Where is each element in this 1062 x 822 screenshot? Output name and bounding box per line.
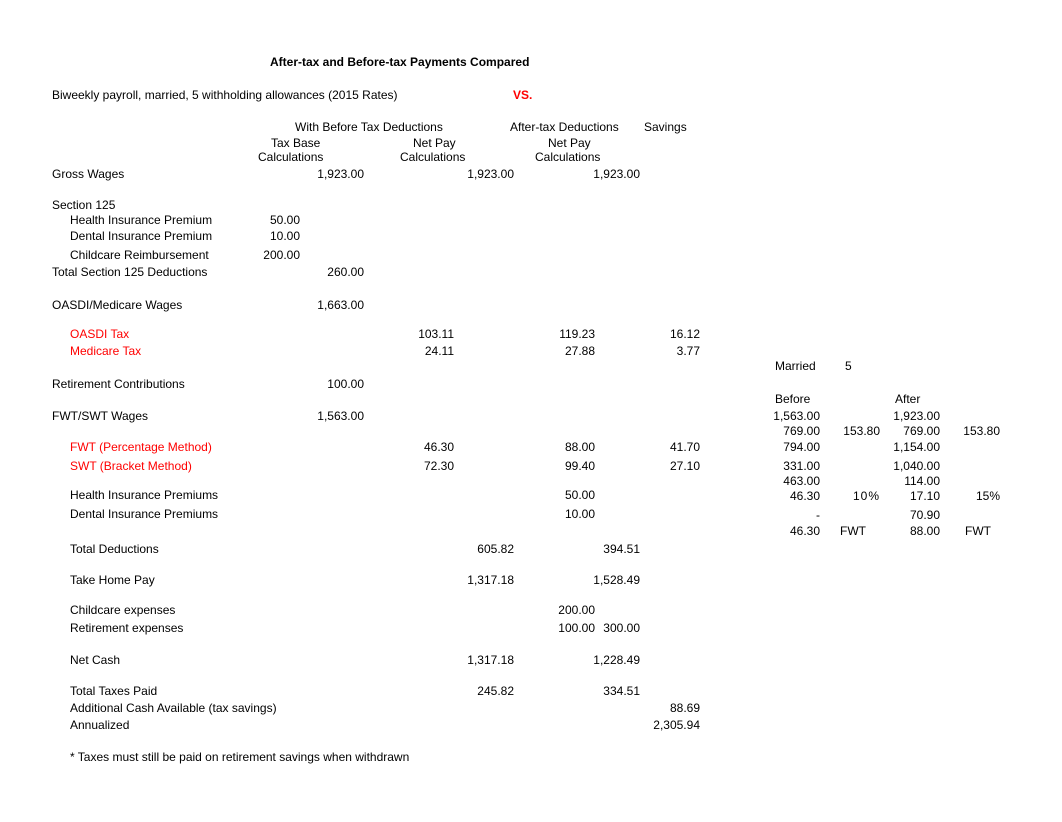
val-takehome-c4: 1,317.18 xyxy=(450,573,514,587)
side-r4c1: 331.00 xyxy=(760,459,820,473)
val-gross-c4: 1,923.00 xyxy=(450,167,514,181)
header-after-tax: After-tax Deductions xyxy=(510,120,619,134)
side-r1c1: 1,563.00 xyxy=(760,409,820,423)
label-childexp: Childcare expenses xyxy=(70,603,175,617)
val-addcash: 88.69 xyxy=(640,701,700,715)
label-retireexp: Retirement expenses xyxy=(70,621,183,635)
page-container: After-tax and Before-tax Payments Compar… xyxy=(0,0,1062,822)
side-r3c1: 794.00 xyxy=(760,440,820,454)
header-netpay-1: Net Pay xyxy=(413,136,456,150)
val-medi-c7: 3.77 xyxy=(640,344,700,358)
label-total-125: Total Section 125 Deductions xyxy=(52,265,207,279)
side-r6c1: 46.30 xyxy=(760,489,820,503)
label-tottax: Total Taxes Paid xyxy=(70,684,157,698)
val-childcare: 200.00 xyxy=(250,248,300,262)
val-gross-c6: 1,923.00 xyxy=(580,167,640,181)
header-calcs-2: Calculations xyxy=(400,150,465,164)
header-savings: Savings xyxy=(644,120,687,134)
val-retireexp-c6: 300.00 xyxy=(580,621,640,635)
val-health: 50.00 xyxy=(250,213,300,227)
label-section125: Section 125 xyxy=(52,198,115,212)
label-gross: Gross Wages xyxy=(52,167,124,181)
side-r8c3: 88.00 xyxy=(880,524,940,538)
val-childexp: 200.00 xyxy=(535,603,595,617)
header-taxbase: Tax Base xyxy=(271,136,320,150)
val-fwt-c5: 88.00 xyxy=(535,440,595,454)
val-fwtswt: 1,563.00 xyxy=(300,409,364,423)
label-total-deductions: Total Deductions xyxy=(70,542,159,556)
side-r8c4: FWT xyxy=(965,524,1015,538)
label-annual: Annualized xyxy=(70,718,129,732)
label-health: Health Insurance Premium xyxy=(70,213,212,227)
val-netcash-c6: 1,228.49 xyxy=(580,653,640,667)
val-medi-c3: 24.11 xyxy=(390,344,454,358)
vs-label: VS. xyxy=(513,88,532,102)
val-totded-c4: 605.82 xyxy=(450,542,514,556)
label-fwt: FWT (Percentage Method) xyxy=(70,440,212,454)
side-r5c3: 114.00 xyxy=(880,474,940,488)
side-r7c3: 70.90 xyxy=(880,508,940,522)
label-takehome: Take Home Pay xyxy=(70,573,155,587)
val-total-125: 260.00 xyxy=(300,265,364,279)
val-dental: 10.00 xyxy=(250,229,300,243)
val-medi-c5: 27.88 xyxy=(535,344,595,358)
side-five: 5 xyxy=(845,359,852,373)
label-health2: Health Insurance Premiums xyxy=(70,488,218,502)
label-netcash: Net Cash xyxy=(70,653,120,667)
val-dental2: 10.00 xyxy=(535,507,595,521)
label-addcash: Additional Cash Available (tax savings) xyxy=(70,701,277,715)
side-r3c3: 1,154.00 xyxy=(880,440,940,454)
label-dental2: Dental Insurance Premiums xyxy=(70,507,218,521)
label-oasdi-wages: OASDI/Medicare Wages xyxy=(52,298,182,312)
val-oasdi-wages: 1,663.00 xyxy=(300,298,364,312)
header-netpay-2: Net Pay xyxy=(548,136,591,150)
footnote: * Taxes must still be paid on retirement… xyxy=(70,750,409,764)
side-r2c2: 153.80 xyxy=(830,424,880,438)
val-netcash-c4: 1,317.18 xyxy=(450,653,514,667)
label-fwtswt: FWT/SWT Wages xyxy=(52,409,148,423)
side-r2c1: 769.00 xyxy=(760,424,820,438)
val-totded-c6: 394.51 xyxy=(580,542,640,556)
val-annual: 2,305.94 xyxy=(640,718,700,732)
val-tottax-c4: 245.82 xyxy=(450,684,514,698)
val-gross-c2: 1,923.00 xyxy=(300,167,364,181)
label-swt: SWT (Bracket Method) xyxy=(70,459,192,473)
val-swt-c7: 27.10 xyxy=(640,459,700,473)
side-before: Before xyxy=(775,392,810,406)
label-dental: Dental Insurance Premium xyxy=(70,229,212,243)
side-after: After xyxy=(895,392,920,406)
val-oasdi-c3: 103.11 xyxy=(390,327,454,341)
val-fwt-c3: 46.30 xyxy=(390,440,454,454)
val-tottax-c6: 334.51 xyxy=(580,684,640,698)
val-oasdi-c7: 16.12 xyxy=(640,327,700,341)
val-oasdi-c5: 119.23 xyxy=(535,327,595,341)
side-r4c3: 1,040.00 xyxy=(880,459,940,473)
side-r5c1: 463.00 xyxy=(760,474,820,488)
side-r6c3: 17.10 xyxy=(880,489,940,503)
val-health2: 50.00 xyxy=(535,488,595,502)
label-oasdi-tax: OASDI Tax xyxy=(70,327,129,341)
page-title: After-tax and Before-tax Payments Compar… xyxy=(270,55,529,69)
val-swt-c5: 99.40 xyxy=(535,459,595,473)
val-takehome-c6: 1,528.49 xyxy=(580,573,640,587)
val-swt-c3: 72.30 xyxy=(390,459,454,473)
side-r1c3: 1,923.00 xyxy=(880,409,940,423)
val-retire: 100.00 xyxy=(300,377,364,391)
side-r6c4: 15% xyxy=(950,489,1000,503)
side-married: Married xyxy=(775,359,816,373)
header-before-tax: With Before Tax Deductions xyxy=(295,120,443,134)
side-r7c1: - xyxy=(760,508,820,522)
side-r2c3: 769.00 xyxy=(880,424,940,438)
header-calcs-3: Calculations xyxy=(535,150,600,164)
subtitle: Biweekly payroll, married, 5 withholding… xyxy=(52,88,398,102)
label-childcare: Childcare Reimbursement xyxy=(70,248,209,262)
header-calcs-1: Calculations xyxy=(258,150,323,164)
label-retirement: Retirement Contributions xyxy=(52,377,185,391)
side-r8c1: 46.30 xyxy=(760,524,820,538)
side-r6c2: 10% xyxy=(830,489,880,503)
label-medicare-tax: Medicare Tax xyxy=(70,344,141,358)
side-r2c4: 153.80 xyxy=(950,424,1000,438)
val-fwt-c7: 41.70 xyxy=(640,440,700,454)
